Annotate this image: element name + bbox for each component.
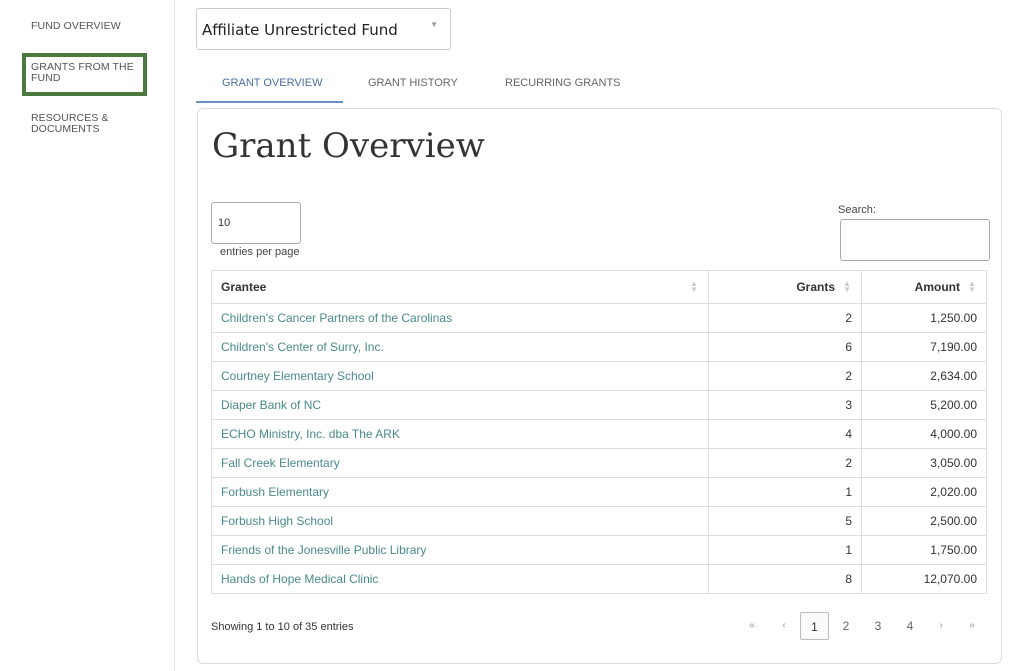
table-row: Forbush Elementary 1 2,020.00 (211, 477, 987, 507)
grants-table: Grantee ▲ ▼ Grants ▲ ▼ Amount ▲ ▼ Children's C… (211, 270, 987, 594)
grants-count: 6 (708, 332, 862, 362)
grants-count: 1 (708, 535, 862, 565)
grant-amount: 1,750.00 (861, 535, 987, 565)
column-header-label: Grants (796, 280, 835, 294)
grant-amount: 2,634.00 (861, 361, 987, 391)
fund-select-value: Affiliate Unrestricted Fund (202, 21, 398, 39)
tab-recurring-grants[interactable]: RECURRING GRANTS (505, 77, 621, 89)
column-header-label: Grantee (221, 280, 267, 294)
entries-per-page-label: entries per page (220, 246, 300, 258)
sort-icon: ▲ ▼ (843, 279, 851, 294)
grants-count: 3 (708, 390, 862, 420)
sort-icon: ▲ ▼ (690, 279, 698, 294)
pagination-next-button[interactable]: › (931, 612, 951, 640)
grants-count: 5 (708, 506, 862, 536)
table-row: Fall Creek Elementary 2 3,050.00 (211, 448, 987, 478)
active-tab-indicator (196, 101, 343, 103)
entries-per-page-input[interactable]: 10 (211, 202, 301, 244)
pagination-page-2[interactable]: 2 (836, 612, 856, 640)
search-label: Search: (838, 204, 876, 216)
grantee-link[interactable]: Children's Cancer Partners of the Caroli… (221, 311, 452, 325)
table-row: ECHO Ministry, Inc. dba The ARK 4 4,000.00 (211, 419, 987, 449)
grants-count: 8 (708, 564, 862, 594)
sort-icon: ▲ ▼ (968, 279, 976, 294)
grant-amount: 3,050.00 (861, 448, 987, 478)
grantee-link[interactable]: Hands of Hope Medical Clinic (221, 572, 378, 586)
grant-amount: 1,250.00 (861, 303, 987, 333)
grant-amount: 12,070.00 (861, 564, 987, 594)
grant-amount: 2,500.00 (861, 506, 987, 536)
search-input[interactable] (840, 219, 990, 261)
sidebar-item-resources-documents[interactable]: RESOURCES & DOCUMENTS (31, 113, 141, 135)
grantee-link[interactable]: Friends of the Jonesville Public Library (221, 543, 426, 557)
grants-count: 1 (708, 477, 862, 507)
tab-grant-overview[interactable]: GRANT OVERVIEW (222, 77, 322, 89)
table-info: Showing 1 to 10 of 35 entries (211, 621, 354, 633)
pagination-first-button[interactable]: « (742, 612, 762, 640)
pagination-last-button[interactable]: » (962, 612, 982, 640)
grantee-link[interactable]: Children's Center of Surry, Inc. (221, 340, 384, 354)
chevron-down-icon: ▼ (430, 20, 438, 29)
tab-grant-history[interactable]: GRANT HISTORY (368, 77, 458, 89)
fund-select[interactable]: Affiliate Unrestricted Fund ▼ (196, 8, 451, 50)
grantee-link[interactable]: Forbush High School (221, 514, 333, 528)
grant-amount: 4,000.00 (861, 419, 987, 449)
sidebar-item-grants-from-the-fund[interactable]: GRANTS FROM THE FUND (31, 62, 141, 84)
column-header-grantee[interactable]: Grantee ▲ ▼ (211, 270, 709, 304)
table-row: Children's Cancer Partners of the Caroli… (211, 303, 987, 333)
pagination-page-4[interactable]: 4 (900, 612, 920, 640)
grant-amount: 7,190.00 (861, 332, 987, 362)
table-row: Hands of Hope Medical Clinic 8 12,070.00 (211, 564, 987, 594)
grants-count: 2 (708, 448, 862, 478)
page-title: Grant Overview (212, 126, 485, 166)
entries-per-page-value: 10 (218, 217, 231, 229)
grantee-link[interactable]: Forbush Elementary (221, 485, 329, 499)
grants-count: 2 (708, 303, 862, 333)
column-header-grants[interactable]: Grants ▲ ▼ (708, 270, 862, 304)
table-row: Friends of the Jonesville Public Library… (211, 535, 987, 565)
sidebar-item-fund-overview[interactable]: FUND OVERVIEW (31, 21, 121, 32)
pagination-prev-button[interactable]: ‹ (774, 612, 794, 640)
table-row: Children's Center of Surry, Inc. 6 7,190.0… (211, 332, 987, 362)
pagination-page-3[interactable]: 3 (868, 612, 888, 640)
pagination-page-1[interactable]: 1 (800, 612, 829, 640)
column-header-label: Amount (914, 280, 960, 294)
table-row: Forbush High School 5 2,500.00 (211, 506, 987, 536)
sidebar: FUND OVERVIEW GRANTS FROM THE FUND RESOU… (0, 0, 175, 671)
grants-count: 4 (708, 419, 862, 449)
table-row: Diaper Bank of NC 3 5,200.00 (211, 390, 987, 420)
grant-amount: 2,020.00 (861, 477, 987, 507)
grantee-link[interactable]: Fall Creek Elementary (221, 456, 340, 470)
column-header-amount[interactable]: Amount ▲ ▼ (861, 270, 987, 304)
grantee-link[interactable]: Courtney Elementary School (221, 369, 374, 383)
table-header-row: Grantee ▲ ▼ Grants ▲ ▼ Amount ▲ ▼ (211, 270, 987, 304)
grantee-link[interactable]: ECHO Ministry, Inc. dba The ARK (221, 427, 400, 441)
grantee-link[interactable]: Diaper Bank of NC (221, 398, 321, 412)
table-row: Courtney Elementary School 2 2,634.00 (211, 361, 987, 391)
grants-count: 2 (708, 361, 862, 391)
grant-amount: 5,200.00 (861, 390, 987, 420)
